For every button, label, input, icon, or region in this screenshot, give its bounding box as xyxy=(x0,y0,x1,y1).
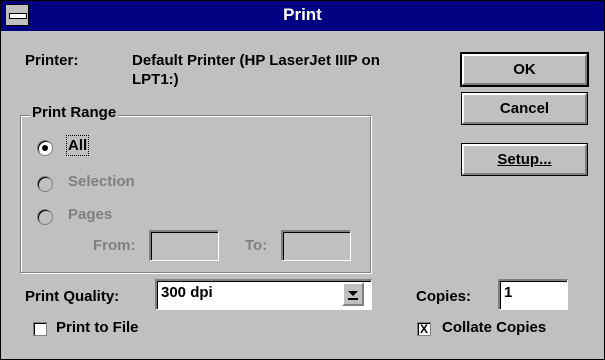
print-dialog: Print Printer: Default Printer (HP Laser… xyxy=(0,0,605,360)
combo-down-arrow-icon[interactable] xyxy=(342,282,364,306)
collate-copies-checkbox[interactable]: X xyxy=(417,322,431,336)
copies-label: Copies: xyxy=(416,288,472,305)
from-label: From: xyxy=(93,237,136,254)
print-to-file-checkbox[interactable] xyxy=(33,322,47,336)
radio-all-dot xyxy=(42,145,48,151)
window-title: Print xyxy=(283,5,322,24)
collate-copies-label[interactable]: Collate Copies xyxy=(442,319,546,336)
print-to-file-label[interactable]: Print to File xyxy=(56,319,139,336)
printer-label: Printer: xyxy=(25,52,79,69)
printer-name-line2: LPT1:) xyxy=(132,71,179,88)
print-quality-combo[interactable]: 300 dpi xyxy=(155,279,372,310)
radio-all-label[interactable]: All xyxy=(65,135,90,156)
radio-all[interactable] xyxy=(37,140,53,156)
setup-button-label: Setup... xyxy=(497,151,552,168)
copies-field[interactable]: 1 xyxy=(498,279,568,310)
printer-name-line1: Default Printer (HP LaserJet IIIP on xyxy=(132,52,380,69)
title-bar[interactable]: Print xyxy=(1,1,604,31)
radio-pages-label[interactable]: Pages xyxy=(68,206,112,223)
ok-button[interactable]: OK xyxy=(462,54,587,85)
print-quality-value: 300 dpi xyxy=(161,284,213,301)
print-range-label: Print Range xyxy=(30,104,119,121)
to-field[interactable] xyxy=(281,230,351,261)
cancel-button[interactable]: Cancel xyxy=(462,93,587,124)
radio-pages[interactable] xyxy=(37,209,53,225)
print-quality-label: Print Quality: xyxy=(25,288,120,305)
radio-selection-label[interactable]: Selection xyxy=(68,173,135,190)
to-label: To: xyxy=(245,237,268,254)
radio-selection[interactable] xyxy=(37,176,53,192)
setup-button[interactable]: Setup... xyxy=(462,144,587,175)
from-field[interactable] xyxy=(149,230,219,261)
